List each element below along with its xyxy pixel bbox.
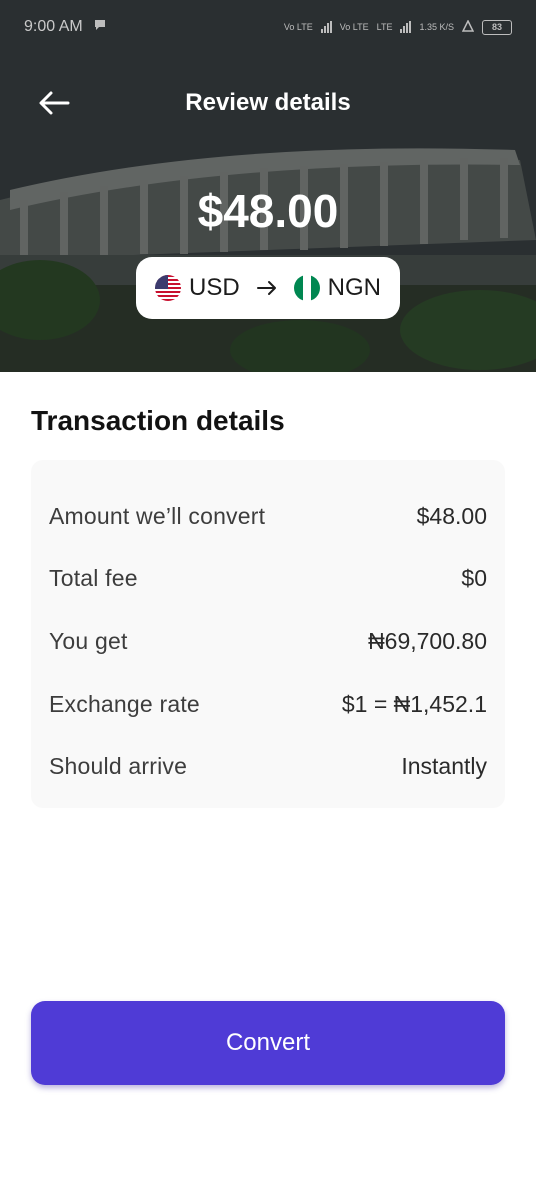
status-time: 9:00 AM	[24, 18, 83, 35]
currency-pair: USD NGN	[136, 257, 400, 319]
detail-label: You get	[49, 627, 128, 654]
network-label-1: Vo LTE	[283, 22, 313, 32]
detail-row-exchange-rate: Exchange rate $1 = ₦1,452.1	[49, 673, 487, 736]
transaction-details-card: Amount we’ll convert $48.00 Total fee $0…	[31, 460, 505, 808]
convert-button[interactable]: Convert	[31, 1001, 505, 1085]
section-title: Transaction details	[31, 405, 285, 436]
signal-icon-2	[400, 21, 412, 33]
signal-icon	[320, 21, 332, 33]
arrow-right-icon	[256, 280, 278, 296]
us-flag-icon	[154, 275, 181, 301]
detail-value: $1 = ₦1,452.1	[341, 690, 487, 717]
page-title: Review details	[185, 89, 351, 116]
to-currency: NGN	[327, 274, 381, 301]
detail-row-you-get: You get ₦69,700.80	[49, 610, 487, 673]
network-label-3: Vo LTE	[339, 22, 369, 32]
detail-value: $0	[461, 565, 487, 592]
detail-value: ₦69,700.80	[368, 627, 487, 654]
detail-row-total-fee: Total fee $0	[49, 548, 487, 611]
network-label-4: LTE	[376, 22, 393, 32]
detail-value: $48.00	[416, 502, 487, 529]
chat-notification-icon	[93, 18, 107, 37]
detail-label: Total fee	[49, 565, 138, 592]
ng-flag-icon	[293, 275, 320, 301]
detail-label: Exchange rate	[49, 690, 200, 717]
from-currency: USD	[188, 274, 240, 301]
detail-row-convert-amount: Amount we’ll convert $48.00	[49, 485, 487, 548]
battery-icon: 83	[482, 19, 512, 35]
status-bar: 9:00 AM Vo LTE Vo LTE LTE 1.35 K/S 83	[0, 0, 536, 54]
detail-value: Instantly	[401, 753, 487, 780]
alert-triangle-icon	[461, 19, 475, 34]
transfer-amount: $48.00	[197, 185, 339, 237]
detail-row-arrival: Should arrive Instantly	[49, 735, 487, 798]
detail-label: Should arrive	[49, 753, 188, 780]
network-speed: 1.35 K/S	[419, 22, 454, 32]
detail-label: Amount we’ll convert	[49, 502, 266, 529]
